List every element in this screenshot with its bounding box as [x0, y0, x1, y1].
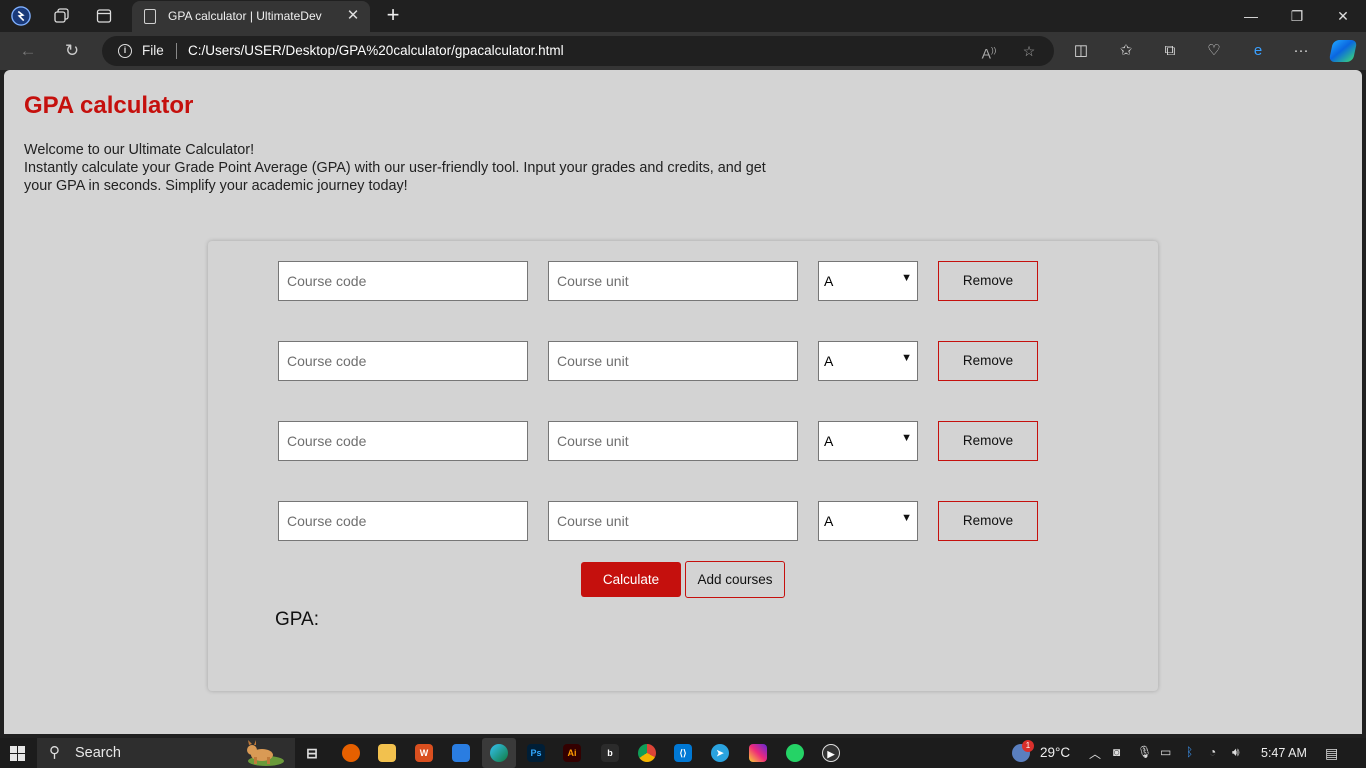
refresh-icon[interactable]: ↻	[61, 40, 83, 62]
page-intro: Welcome to our Ultimate Calculator! Inst…	[24, 141, 794, 195]
favorites-icon[interactable]: ✩	[1116, 41, 1136, 61]
close-window-button[interactable]: ✕	[1320, 0, 1366, 32]
workspaces-icon[interactable]	[52, 6, 72, 26]
address-url[interactable]: C:/Users/USER/Desktop/GPA%20calculator/g…	[188, 43, 564, 58]
grade-select[interactable]: A ▼	[818, 501, 918, 541]
browser-title-bar: GPA calculator | UltimateDev ✕ + — ❐ ✕	[0, 0, 1366, 32]
chevron-down-icon: ▼	[901, 272, 912, 284]
whatsapp-icon[interactable]	[786, 744, 804, 762]
media-player-icon[interactable]: ▶	[822, 744, 840, 762]
grade-select[interactable]: A ▼	[818, 261, 918, 301]
battery-icon[interactable]: ▭	[1160, 745, 1171, 759]
grade-value: A	[824, 353, 834, 369]
notification-badge: 1	[1022, 740, 1034, 752]
system-clock[interactable]: 5:47 AM	[1261, 746, 1307, 760]
gpa-form-card: A ▼ Remove A ▼ Remove A ▼ Remove	[208, 241, 1158, 691]
close-tab-icon[interactable]: ✕	[344, 7, 362, 25]
grade-value: A	[824, 273, 834, 289]
new-tab-button[interactable]: +	[382, 4, 404, 26]
firefox-icon[interactable]	[342, 744, 360, 762]
notification-center-icon[interactable]: ▤	[1325, 745, 1338, 762]
remove-button[interactable]: Remove	[938, 501, 1038, 541]
search-highlight-dog-icon	[247, 740, 284, 766]
minimize-button[interactable]: —	[1228, 0, 1274, 32]
bing-icon[interactable]: b	[601, 744, 619, 762]
intro-welcome: Welcome to our Ultimate Calculator!	[24, 142, 255, 158]
search-label: Search	[75, 745, 121, 761]
grade-select[interactable]: A ▼	[818, 341, 918, 381]
file-explorer-icon[interactable]	[378, 744, 396, 762]
remove-button[interactable]: Remove	[938, 421, 1038, 461]
course-row: A ▼ Remove	[278, 421, 1038, 461]
intro-description: Instantly calculate your Grade Point Ave…	[24, 160, 766, 194]
mail-icon[interactable]	[452, 744, 470, 762]
address-bar[interactable]: i File C:/Users/USER/Desktop/GPA%20calcu…	[102, 36, 1054, 66]
address-divider	[176, 43, 177, 59]
volume-icon[interactable]: 🔊︎	[1232, 745, 1240, 760]
instagram-icon[interactable]	[749, 744, 767, 762]
address-scheme: File	[142, 43, 164, 58]
grade-value: A	[824, 433, 834, 449]
more-options-icon[interactable]: ···	[1291, 41, 1311, 61]
split-screen-icon[interactable]: ◫	[1071, 41, 1091, 61]
restore-button[interactable]: ❐	[1274, 0, 1320, 32]
course-unit-input[interactable]	[548, 261, 798, 301]
course-unit-input[interactable]	[548, 501, 798, 541]
read-aloud-icon[interactable]: A))	[980, 42, 998, 62]
show-hidden-icons-chevron-up-icon[interactable]: ︿	[1089, 745, 1101, 762]
chevron-down-icon: ▼	[901, 352, 912, 364]
course-row: A ▼ Remove	[278, 341, 1038, 381]
windows-taskbar: ⚲ Search ⊟ W Ps Ai b ⟨⟩ ➤ ▶ 1 29°C ︿ ◙ 🎙…	[0, 738, 1366, 768]
page-content: GPA calculator Welcome to our Ultimate C…	[4, 70, 1362, 734]
wps-office-icon[interactable]: W	[415, 744, 433, 762]
illustrator-icon[interactable]: Ai	[563, 744, 581, 762]
chrome-icon[interactable]	[638, 744, 656, 762]
windows-start-icon[interactable]	[10, 746, 25, 761]
remove-button[interactable]: Remove	[938, 261, 1038, 301]
weather-temperature: 29°C	[1040, 745, 1071, 760]
tab-actions-icon[interactable]	[94, 6, 114, 26]
calculate-button[interactable]: Calculate	[581, 562, 681, 597]
course-unit-input[interactable]	[548, 341, 798, 381]
search-icon: ⚲	[49, 744, 60, 761]
browser-toolbar: ← ↻ i File C:/Users/USER/Desktop/GPA%20c…	[0, 32, 1366, 70]
add-courses-button[interactable]: Add courses	[685, 561, 785, 598]
grade-select[interactable]: A ▼	[818, 421, 918, 461]
course-row: A ▼ Remove	[278, 261, 1038, 301]
back-arrow-icon[interactable]: ←	[17, 40, 39, 62]
course-code-input[interactable]	[278, 501, 528, 541]
collections-icon[interactable]: ⧉	[1160, 41, 1180, 61]
course-unit-input[interactable]	[548, 421, 798, 461]
ie-mode-icon[interactable]: e	[1248, 41, 1268, 61]
course-code-input[interactable]	[278, 341, 528, 381]
favorite-star-icon[interactable]: ☆	[1020, 42, 1038, 60]
course-code-input[interactable]	[278, 261, 528, 301]
course-code-input[interactable]	[278, 421, 528, 461]
camera-icon[interactable]: ◙	[1113, 745, 1120, 759]
bluetooth-icon[interactable]: ᛒ	[1186, 745, 1193, 759]
microphone-icon[interactable]: 🎙︎	[1137, 745, 1152, 759]
chevron-down-icon: ▼	[901, 512, 912, 524]
info-icon[interactable]: i	[118, 44, 132, 58]
grade-value: A	[824, 513, 834, 529]
remove-button[interactable]: Remove	[938, 341, 1038, 381]
photoshop-icon[interactable]: Ps	[527, 744, 545, 762]
page-icon	[144, 9, 156, 24]
wifi-icon[interactable]: ◔	[1209, 745, 1216, 759]
edge-icon[interactable]	[490, 744, 508, 762]
course-row: A ▼ Remove	[278, 501, 1038, 541]
task-view-icon[interactable]: ⊟	[303, 744, 321, 762]
gpa-result-label: GPA:	[275, 609, 319, 630]
tab-title: GPA calculator | UltimateDev	[168, 9, 322, 23]
telegram-icon[interactable]: ➤	[711, 744, 729, 762]
active-tab[interactable]: GPA calculator | UltimateDev ✕	[132, 1, 370, 32]
vscode-icon[interactable]: ⟨⟩	[674, 744, 692, 762]
profile-icon[interactable]	[11, 6, 31, 26]
chevron-down-icon: ▼	[901, 432, 912, 444]
browser-essentials-icon[interactable]: ♡	[1204, 41, 1224, 61]
page-title: GPA calculator	[24, 92, 194, 119]
